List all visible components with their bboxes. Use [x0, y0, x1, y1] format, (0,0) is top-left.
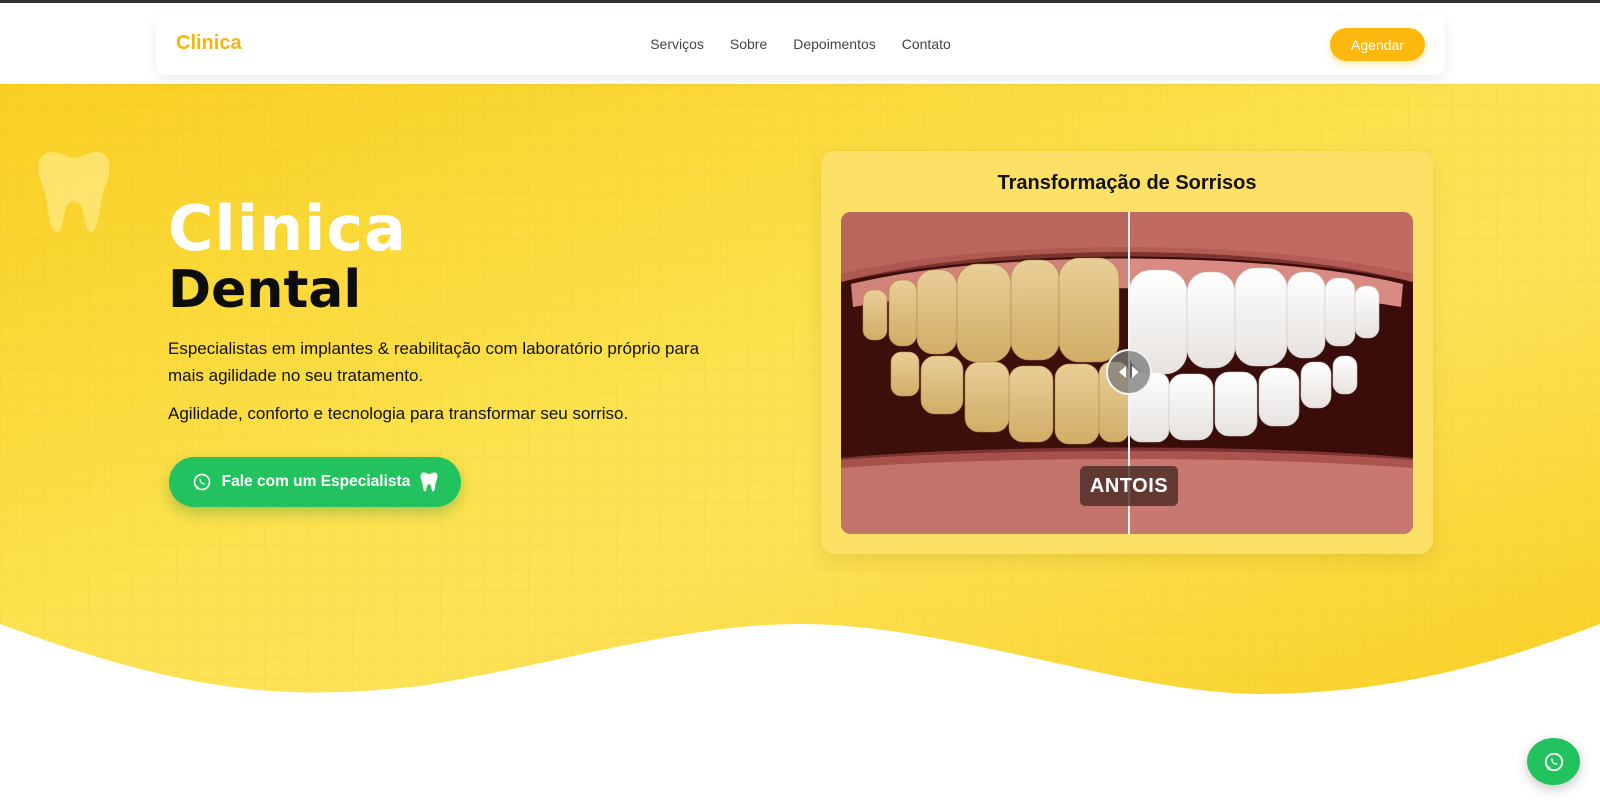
comparison-slider-handle[interactable]	[1106, 349, 1152, 395]
hero-description: Especialistas em implantes & reabilitaçã…	[168, 339, 700, 385]
nav-link-servicos[interactable]: Serviços	[650, 36, 704, 52]
whatsapp-icon	[1544, 752, 1563, 771]
before-after-image[interactable]: ANTOIS	[841, 212, 1413, 534]
hero-wave	[0, 624, 1600, 724]
cta-label: Fale com um Especialista	[221, 473, 411, 490]
nav-link-contato[interactable]: Contato	[902, 36, 951, 52]
tooth-icon	[420, 472, 438, 492]
hero-tagline: Agilidade, conforto e tecnologia para tr…	[168, 404, 629, 423]
schedule-button[interactable]: Agendar	[1330, 28, 1425, 61]
hero-title-dental: Dental	[168, 260, 362, 320]
tooth-decoration-icon	[38, 152, 110, 232]
whatsapp-floating-button[interactable]	[1527, 738, 1580, 785]
nav-link-depoimentos[interactable]: Depoimentos	[793, 36, 876, 52]
talk-to-specialist-button[interactable]: Fale com um Especialista	[169, 457, 461, 507]
navbar: Clinica Serviços Sobre Depoimentos Conta…	[156, 15, 1445, 75]
arrow-left-icon	[1119, 366, 1126, 378]
top-border	[0, 0, 1600, 3]
arrow-right-icon	[1132, 366, 1139, 378]
smile-comparison-card: Transformação de Sorrisos ANTOIS	[821, 151, 1433, 554]
before-after-label: ANTOIS	[1080, 466, 1178, 506]
comparison-title: Transformação de Sorrisos	[997, 172, 1257, 194]
nav-link-sobre[interactable]: Sobre	[730, 36, 767, 52]
hero-title-clinica: Clinica	[168, 192, 407, 265]
main-nav: Serviços Sobre Depoimentos Contato	[156, 36, 1445, 52]
whatsapp-icon	[193, 473, 210, 491]
